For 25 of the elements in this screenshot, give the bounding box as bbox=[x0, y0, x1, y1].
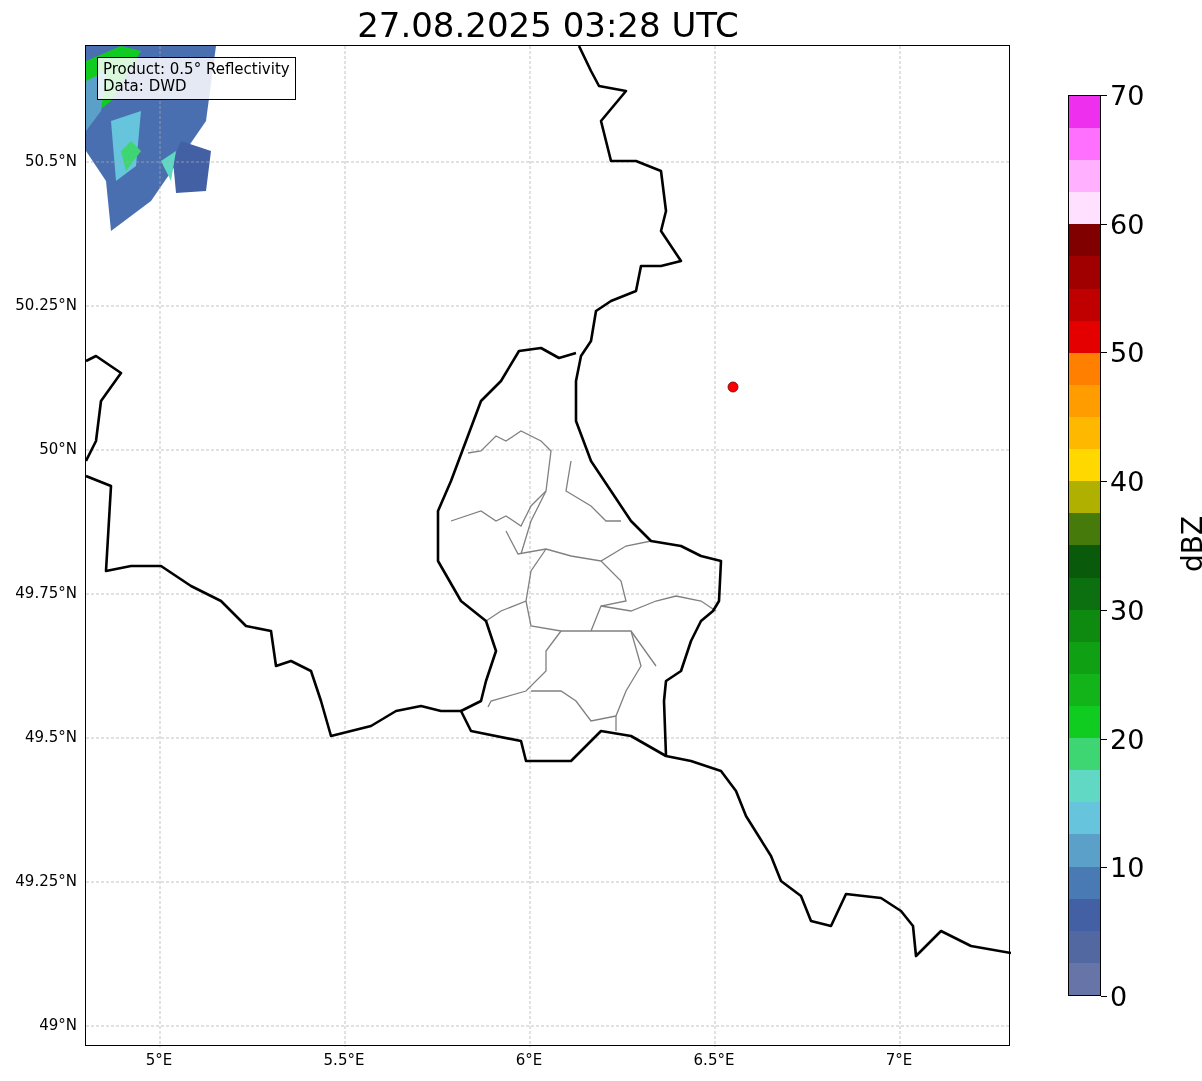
latitude-label: 49.5°N bbox=[24, 729, 77, 745]
colorbar-tick-label: 0 bbox=[1110, 982, 1128, 1010]
longitude-label: 5°E bbox=[145, 1053, 173, 1068]
latitude-label: 50.25°N bbox=[15, 297, 77, 313]
latitude-label: 50.5°N bbox=[24, 153, 77, 169]
info-text: Product: 0.5° Reflectivity bbox=[103, 61, 290, 79]
colorbar-tick-label: 30 bbox=[1110, 596, 1145, 624]
colorbar-tick-label: 20 bbox=[1110, 725, 1145, 753]
colorbar-tick-label: 60 bbox=[1110, 210, 1145, 238]
longitude-label: 6°E bbox=[515, 1053, 543, 1068]
colorbar-label: dBZ bbox=[1179, 514, 1202, 574]
longitude-label: 7°E bbox=[885, 1053, 913, 1068]
chart-title: 27.08.2025 03:28 UTC bbox=[356, 8, 740, 42]
colorbar-tick-label: 70 bbox=[1110, 81, 1145, 109]
latitude-label: 49.25°N bbox=[15, 873, 77, 889]
location-marker bbox=[727, 381, 739, 393]
longitude-label: 6.5°E bbox=[693, 1053, 735, 1068]
latitude-label: 50°N bbox=[39, 441, 77, 457]
latitude-label: 49°N bbox=[39, 1017, 77, 1033]
latitude-label: 49.75°N bbox=[15, 585, 77, 601]
colorbar-tick-label: 10 bbox=[1110, 853, 1145, 881]
colorbar-tick-label: 50 bbox=[1110, 338, 1145, 366]
longitude-label: 5.5°E bbox=[323, 1053, 365, 1068]
colorbar-tick-label: 40 bbox=[1110, 467, 1145, 495]
info-text: Data: DWD bbox=[103, 78, 188, 96]
